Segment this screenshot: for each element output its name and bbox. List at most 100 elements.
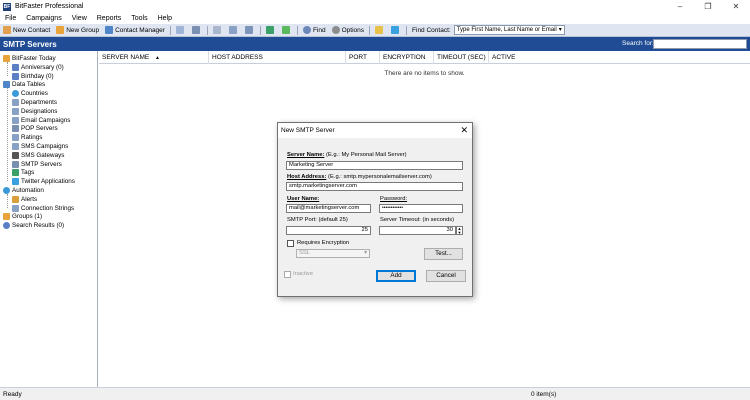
find-contact-label: Find Contact: (412, 26, 451, 34)
server-timeout-label: Server Timeout: (in seconds) (380, 217, 455, 223)
timeout-spinner[interactable]: ▲ ▼ (456, 226, 463, 235)
toolbar-separator (296, 25, 298, 35)
sidebar-item[interactable]: Connection Strings (12, 204, 74, 213)
export-button[interactable] (226, 25, 242, 36)
find-button[interactable]: Find (300, 25, 329, 36)
export-icon (228, 26, 237, 34)
sidebar-item[interactable]: SMS Campaigns (12, 142, 68, 151)
encryption-select[interactable]: SSL ▾ (296, 249, 370, 258)
sidebar-item-label: Departments (21, 99, 58, 106)
sidebar-item[interactable]: POP Servers (12, 124, 58, 133)
sidebar-item[interactable]: Anniversary (0) (12, 63, 64, 72)
tree-connector (7, 194, 8, 208)
print-button[interactable] (210, 25, 226, 36)
find-contact-input[interactable]: Type First Name, Last Name or Email ▾ (453, 25, 565, 35)
server-timeout-input[interactable]: 30 (379, 226, 456, 235)
sms-button[interactable] (189, 25, 205, 36)
host-address-input[interactable]: smtp.marketingserver.com (286, 182, 463, 191)
contact-manager-button[interactable]: Contact Manager (102, 25, 168, 36)
new-contact-button[interactable]: New Contact (0, 25, 53, 36)
twitter-icon (12, 178, 19, 186)
sidebar-item[interactable]: Designations (12, 107, 57, 116)
globe-icon (12, 90, 19, 98)
password-input[interactable]: •••••••••••• (379, 204, 463, 213)
sidebar-item[interactable]: Search Results (0) (3, 221, 64, 230)
import-button[interactable] (242, 25, 258, 36)
contacts-icon (105, 26, 114, 34)
twitter-button[interactable] (388, 25, 404, 36)
test-button[interactable]: Test... (424, 248, 463, 260)
sidebar-item[interactable]: SMTP Servers (12, 160, 62, 169)
column-server-name[interactable]: SERVER NAME ▲ (99, 51, 209, 64)
sidebar-item-label: Birthday (0) (21, 72, 54, 80)
sidebar-item[interactable]: Email Campaigns (12, 116, 70, 125)
spin-down-icon[interactable]: ▼ (457, 230, 462, 235)
empty-message: There are no items to show. (384, 70, 465, 77)
cancel-button[interactable]: Cancel (426, 270, 466, 282)
page-title: SMTP Servers (3, 39, 57, 49)
sidebar-item[interactable]: BitFaster Today (3, 54, 56, 63)
sidebar-tree: BitFaster Today Anniversary (0) Birthday (… (0, 51, 98, 387)
table-icon (12, 143, 19, 150)
search-input[interactable] (653, 39, 747, 49)
sidebar-item-label: SMS Gateways (21, 151, 65, 159)
menu-reports[interactable]: Reports (92, 15, 127, 22)
sidebar-item[interactable]: Data Tables (3, 80, 45, 89)
refresh-button[interactable] (263, 25, 279, 36)
column-active[interactable]: ACTIVE (489, 51, 549, 64)
contact-icon (3, 26, 11, 34)
new-group-button[interactable]: New Group (53, 25, 102, 36)
column-host-address[interactable]: HOST ADDRESS (209, 51, 346, 64)
sidebar-item-label: SMS Campaigns (21, 143, 69, 150)
menu-campaigns[interactable]: Campaigns (21, 15, 66, 22)
status-text: Ready (3, 391, 22, 398)
sidebar-item-label: Tags (21, 169, 35, 177)
menu-tools[interactable]: Tools (126, 15, 152, 22)
column-timeout[interactable]: TIMEOUT (SEC) (434, 51, 489, 64)
minimize-button[interactable]: – (666, 0, 694, 13)
tree-connector (7, 62, 8, 76)
group-icon (56, 26, 65, 34)
title-bar: BF BitFaster Professional – ❐ ✕ (0, 0, 750, 13)
sidebar-item[interactable]: Alerts (12, 195, 37, 204)
user-name-input[interactable]: mail@marketingserver.com (286, 204, 371, 213)
toolbar-separator (206, 25, 208, 35)
sidebar-item[interactable]: Departments (12, 98, 57, 107)
column-encryption[interactable]: ENCRYPTION (380, 51, 434, 64)
sidebar-item[interactable]: Automation (3, 186, 44, 195)
sidebar-item[interactable]: Twitter Applications (12, 177, 75, 186)
password-label: Password: (380, 196, 408, 202)
requires-encryption-checkbox[interactable] (287, 240, 294, 247)
table-icon (12, 99, 19, 106)
add-button[interactable]: Add (376, 270, 416, 282)
server-icon (12, 125, 19, 133)
email-button[interactable] (173, 25, 189, 36)
sidebar-item[interactable]: Groups (1) (3, 212, 42, 221)
dialog-close-icon[interactable]: ✕ (460, 125, 468, 135)
inactive-checkbox[interactable] (284, 271, 291, 278)
print-icon (212, 26, 221, 34)
chevron-down-icon[interactable]: ▾ (559, 26, 562, 34)
smtp-port-input[interactable]: 25 (286, 226, 371, 235)
sidebar-item[interactable]: SMS Gateways (12, 151, 64, 160)
sync-button[interactable] (279, 25, 295, 36)
menu-view[interactable]: View (67, 15, 92, 22)
server-name-input[interactable]: Marketing Server (286, 161, 463, 170)
sidebar-item-label: Countries (21, 90, 48, 98)
sidebar-item[interactable]: Ratings (12, 133, 42, 142)
search-icon (302, 26, 311, 34)
sidebar-item-label: Search Results (0) (12, 222, 65, 230)
sidebar-item[interactable]: Birthday (0) (12, 72, 54, 81)
sidebar-item[interactable]: Tags (12, 168, 34, 177)
close-button[interactable]: ✕ (722, 0, 750, 13)
menu-help[interactable]: Help (153, 15, 177, 22)
inactive-label: Inactive (293, 271, 313, 277)
menu-file[interactable]: File (0, 15, 21, 22)
help-button[interactable] (372, 25, 388, 36)
email-icon (175, 26, 184, 34)
maximize-button[interactable]: ❐ (694, 0, 722, 13)
sidebar-item[interactable]: Countries (12, 89, 48, 98)
refresh-icon (265, 26, 274, 34)
options-button[interactable]: Options (329, 25, 367, 36)
column-port[interactable]: PORT (346, 51, 380, 64)
